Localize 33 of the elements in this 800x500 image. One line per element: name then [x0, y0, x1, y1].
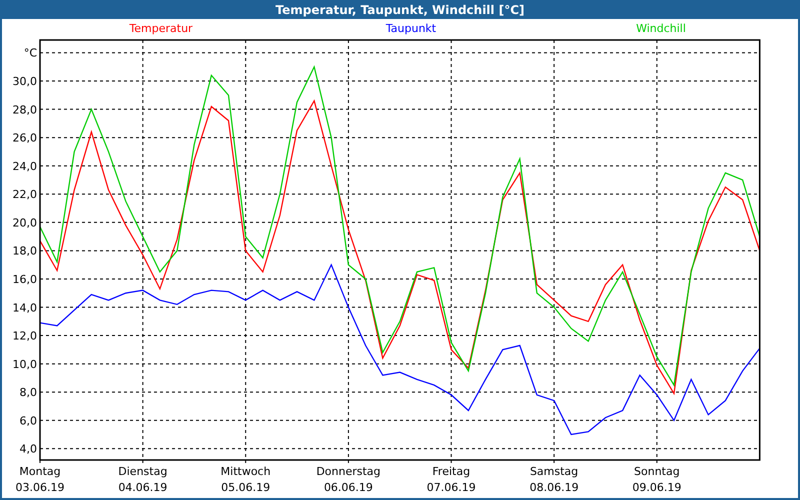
axis-label: Sonntag: [634, 465, 680, 478]
axis-label: Dienstag: [118, 465, 168, 478]
axis-label: 18,0: [12, 244, 37, 258]
date-label: 05.06.19: [221, 481, 270, 494]
date-label: 09.06.19: [632, 481, 682, 494]
legend-label: Temperatur: [129, 22, 193, 35]
legend-label: Windchill: [636, 22, 686, 35]
axis-label: Freitag: [432, 465, 470, 478]
axis-label: 6,0: [20, 414, 37, 428]
window-title: Temperatur, Taupunkt, Windchill [°C]: [0, 0, 800, 19]
axis-label: °C: [24, 46, 37, 60]
axis-label: 26,0: [12, 132, 37, 145]
axis-label: 28,0: [12, 103, 37, 116]
axis-label: 22,0: [12, 188, 37, 202]
axis-label: Mittwoch: [220, 465, 271, 478]
axis-label: Samstag: [530, 465, 578, 478]
axis-label: 30,0: [12, 75, 37, 88]
axis-label: Donnerstag: [316, 465, 381, 478]
date-label: 04.06.19: [118, 481, 168, 494]
axis-label: 24,0: [12, 160, 37, 173]
axis-label: 14,0: [12, 301, 37, 314]
date-label: 06.06.19: [324, 481, 373, 494]
axis-label: 8,0: [20, 386, 37, 400]
legend-label: Taupunkt: [386, 22, 436, 35]
axis-label: 10,0: [12, 358, 37, 371]
axis-label: 20,0: [12, 216, 37, 230]
axis-label: 12,0: [12, 330, 37, 343]
axis-label: Montag: [19, 465, 61, 478]
date-label: 08.06.19: [530, 481, 579, 494]
axis-label: 16,0: [12, 273, 37, 286]
axis-label: 4,0: [20, 442, 37, 456]
date-label: 03.06.19: [16, 481, 64, 494]
date-label: 07.06.19: [426, 481, 476, 494]
